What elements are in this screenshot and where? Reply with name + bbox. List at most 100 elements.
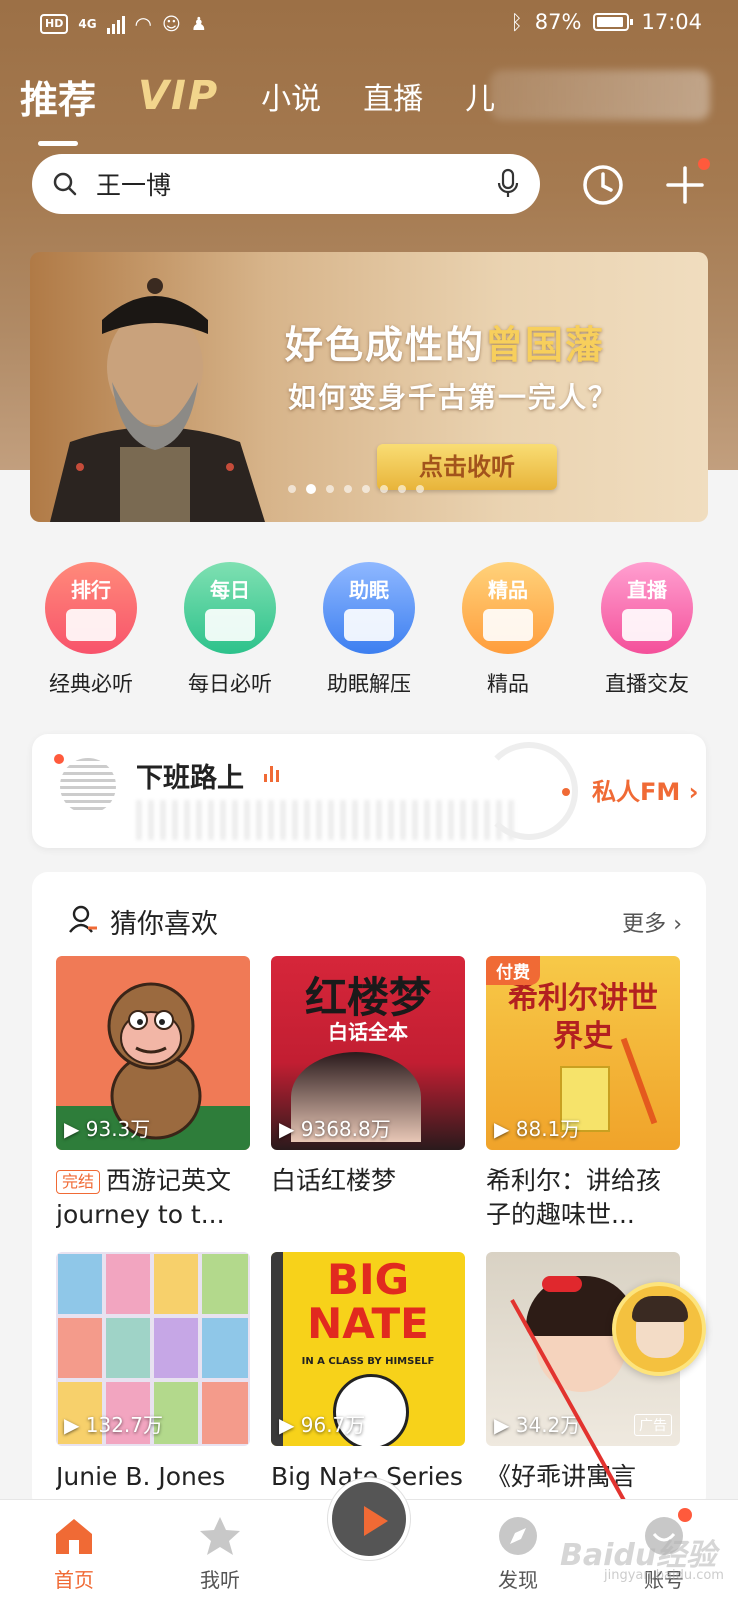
album-cover[interactable]: ▶ 132.7万 — [56, 1252, 250, 1446]
album-item[interactable]: BIG NATE IN A CLASS BY HIMSELF ▶ 96.7万 B… — [271, 1252, 465, 1494]
top-tabs: 推荐 VIP 小说 直播 儿 — [20, 66, 495, 146]
recommend-more-link[interactable]: 更多 › — [622, 906, 682, 938]
account-notification-dot — [678, 1508, 692, 1522]
quick-entry-icon[interactable]: 精品 — [462, 562, 554, 654]
quick-entry-item[interactable]: 精品 精品 — [441, 562, 575, 698]
album-title: Junie B. Jones — [56, 1462, 226, 1491]
album-item[interactable]: 红楼梦 白话全本 ▶ 9368.8万 白话红楼梦 — [271, 956, 465, 1232]
quick-entry-row: 排行 经典必听 每日 每日必听 助眠 助眠解压 精品 精品 直播 直播交友 — [24, 562, 714, 698]
album-item[interactable]: ▶ 93.3万 完结 西游记英文journey to t... — [56, 956, 250, 1232]
nav-discover-label: 发现 — [498, 1568, 538, 1592]
fm-live-dot — [54, 754, 64, 764]
play-icon — [364, 1506, 388, 1536]
private-fm-card[interactable]: 下班路上 私人FM › — [32, 734, 706, 848]
clock: 17:04 — [641, 10, 702, 34]
quick-entry-icon-label: 排行 — [71, 578, 111, 602]
now-playing-button[interactable] — [328, 1478, 410, 1560]
quick-entry-glyph — [205, 609, 255, 641]
tab-live[interactable]: 直播 — [363, 74, 423, 118]
fm-disc-icon — [60, 758, 116, 814]
quick-entry-icon[interactable]: 排行 — [45, 562, 137, 654]
portrait-illustration — [50, 278, 265, 522]
bluetooth-icon: ᛒ — [510, 10, 523, 34]
ad-label: 广告 — [634, 1414, 672, 1436]
private-fm-label: 私人FM — [592, 778, 681, 806]
quick-entry-label: 直播交友 — [605, 672, 689, 696]
avatar-hair — [632, 1296, 688, 1322]
play-count: ▶ 93.3万 — [64, 1117, 151, 1141]
quick-entry-icon[interactable]: 助眠 — [323, 562, 415, 654]
quick-entry-icon[interactable]: 直播 — [601, 562, 693, 654]
quick-entry-item[interactable]: 排行 经典必听 — [24, 562, 158, 698]
cover-subtitle: 白话全本 — [328, 1020, 408, 1044]
star-icon — [200, 1517, 240, 1555]
search-query[interactable]: 王一博 — [96, 166, 496, 202]
signal-icon — [106, 14, 125, 34]
fm-subtitle-blurred — [136, 800, 516, 840]
quick-entry-item[interactable]: 直播 直播交友 — [580, 562, 714, 698]
quick-entry-icon[interactable]: 每日 — [184, 562, 276, 654]
network-label: 4G — [78, 17, 97, 31]
search-icon — [53, 172, 77, 196]
add-notification-dot — [698, 158, 710, 170]
tab-recommend[interactable]: 推荐 — [20, 69, 96, 146]
tab-vip[interactable]: VIP — [138, 73, 219, 119]
tab-novel[interactable]: 小说 — [261, 74, 321, 118]
equalizer-icon — [264, 766, 279, 782]
tabs-blurred-area — [490, 70, 710, 120]
quick-entry-item[interactable]: 每日 每日必听 — [163, 562, 297, 698]
recommend-title: 猜你喜欢 — [110, 909, 218, 940]
user-icon — [69, 905, 97, 933]
pagination-dot — [416, 485, 424, 493]
quick-entry-label: 每日必听 — [188, 672, 272, 696]
album-item[interactable]: 希利尔讲世界史 付费 ▶ 88.1万 希利尔：讲给孩子的趣味世... — [486, 956, 680, 1232]
chevron-right-icon: › — [673, 912, 682, 937]
quick-entry-label: 精品 — [487, 672, 529, 696]
hd-indicator: HD — [40, 14, 69, 34]
quick-entry-item[interactable]: 助眠 助眠解压 — [302, 562, 436, 698]
nav-discover[interactable]: 发现 — [468, 1514, 568, 1593]
pagination-dot — [288, 485, 296, 493]
promo-banner[interactable]: 好色成性的曾国藩 如何变身千古第一完人？ 点击收听 — [30, 252, 708, 522]
quick-entry-glyph — [344, 609, 394, 641]
album-cover[interactable]: 希利尔讲世界史 付费 ▶ 88.1万 — [486, 956, 680, 1150]
fm-title: 下班路上 — [136, 763, 244, 794]
cover-girl-bow — [542, 1276, 582, 1292]
floating-avatar-button[interactable] — [612, 1282, 706, 1376]
play-count-value: 132.7万 — [85, 1413, 164, 1437]
pagination-dot — [326, 485, 334, 493]
home-icon — [56, 1519, 92, 1554]
play-count: ▶ 96.7万 — [279, 1413, 366, 1437]
album-cover[interactable]: BIG NATE IN A CLASS BY HIMSELF ▶ 96.7万 — [271, 1252, 465, 1446]
cover-title: 希利尔讲世界史 — [508, 981, 658, 1054]
pagination-dot — [380, 485, 388, 493]
play-count-value: 34.2万 — [515, 1413, 581, 1437]
watermark-url: jingyan.baidu.com — [604, 1568, 724, 1583]
album-cover[interactable]: 红楼梦 白话全本 ▶ 9368.8万 — [271, 956, 465, 1150]
history-icon[interactable] — [578, 160, 628, 210]
more-label: 更多 — [622, 912, 667, 937]
album-item[interactable]: ▶ 132.7万 Junie B. Jones — [56, 1252, 250, 1494]
album-cover[interactable]: ▶ 93.3万 — [56, 956, 250, 1150]
play-count: ▶ 9368.8万 — [279, 1117, 391, 1141]
private-fm-link[interactable]: 私人FM › — [592, 772, 699, 807]
quick-entry-label: 经典必听 — [49, 672, 133, 696]
pagination-dot — [344, 485, 352, 493]
nav-home-label: 首页 — [54, 1568, 94, 1592]
play-count-value: 88.1万 — [515, 1117, 581, 1141]
recommend-section: 猜你喜欢 更多 › ▶ 93.3万 完结 西游记英文journey to t... — [32, 872, 706, 1512]
quick-entry-icon-label: 每日 — [210, 578, 250, 602]
nav-listening[interactable]: 我听 — [170, 1514, 270, 1593]
microphone-icon[interactable] — [496, 168, 520, 200]
banner-headline-prefix: 好色成性的 — [285, 322, 486, 367]
quick-entry-label: 助眠解压 — [327, 672, 411, 696]
play-count-value: 9368.8万 — [300, 1117, 391, 1141]
wifi-icon: ◠ — [134, 12, 152, 36]
quick-entry-icon-label: 直播 — [627, 578, 667, 602]
search-bar[interactable]: 王一博 — [32, 154, 540, 214]
nav-home[interactable]: 首页 — [24, 1514, 124, 1593]
play-count: ▶ 88.1万 — [494, 1117, 581, 1141]
fm-dial-indicator — [562, 788, 570, 796]
compass-icon — [499, 1517, 537, 1555]
play-count: ▶ 132.7万 — [64, 1413, 164, 1437]
